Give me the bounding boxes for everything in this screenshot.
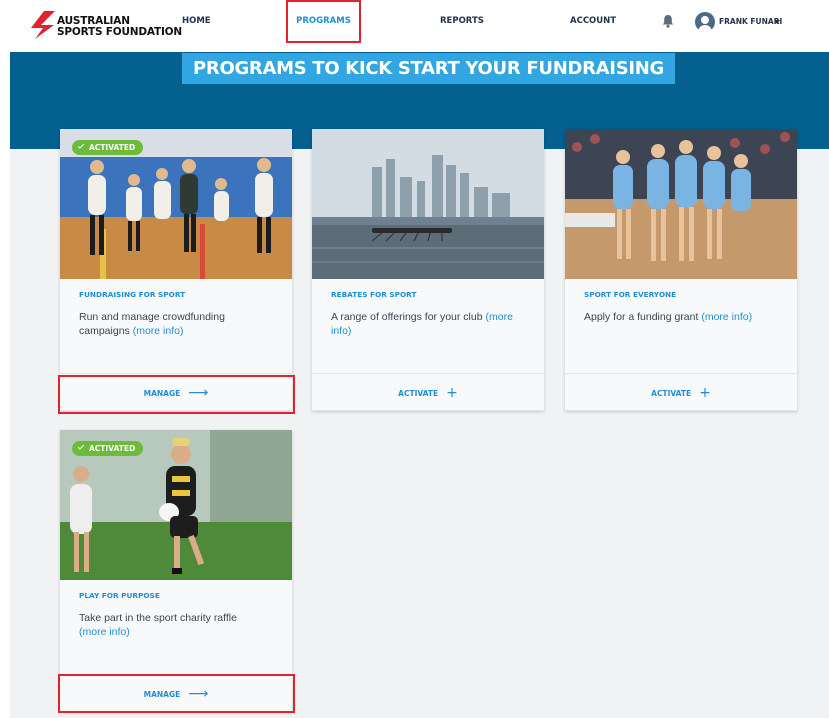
program-title: PLAY FOR PURPOSE <box>79 591 160 600</box>
manage-label: MANAGE <box>143 689 181 699</box>
arrow-right-icon: ⟶ <box>188 385 209 401</box>
plus-icon: + <box>446 385 458 401</box>
activate-label: ACTIVATE <box>398 388 439 398</box>
bell-icon[interactable] <box>661 14 675 28</box>
program-card-fundraising: ACTIVATED FUNDRAISING FOR SPORT Run and … <box>60 129 292 411</box>
activate-button[interactable]: ACTIVATE + <box>565 375 797 411</box>
program-image-rowing-city <box>312 129 544 279</box>
manage-button[interactable]: MANAGE ⟶ <box>60 375 292 411</box>
program-description: Apply for a funding grant (more info) <box>584 310 789 324</box>
program-title: SPORT FOR EVERYONE <box>584 290 677 299</box>
plus-icon: + <box>699 385 711 401</box>
program-title: FUNDRAISING FOR SPORT <box>79 290 186 299</box>
nav-home[interactable]: HOME <box>182 0 211 43</box>
program-card-play-for-purpose: ACTIVATED PLAY FOR PURPOSE Take part in … <box>60 430 292 712</box>
manage-button[interactable]: MANAGE ⟶ <box>60 676 292 712</box>
program-description: Take part in the sport charity raffle (m… <box>79 611 284 639</box>
page-title: PROGRAMS TO KICK START YOUR FUNDRAISING <box>182 53 675 84</box>
checkmark-icon <box>77 443 85 450</box>
nav-programs[interactable]: PROGRAMS <box>286 0 361 43</box>
badge-label: ACTIVATED <box>89 444 136 453</box>
program-card-rebates: REBATES FOR SPORT A range of offerings f… <box>312 129 544 411</box>
badge-label: ACTIVATED <box>89 143 136 152</box>
nav-account[interactable]: ACCOUNT <box>570 0 616 43</box>
avatar-icon <box>695 12 715 32</box>
nav-reports[interactable]: REPORTS <box>440 0 484 43</box>
program-title: REBATES FOR SPORT <box>331 290 417 299</box>
program-description-line1: Apply for a funding grant <box>584 311 699 323</box>
program-description-line1: Run and manage crowdfunding <box>79 311 225 323</box>
checkmark-icon <box>77 142 85 149</box>
caret-down-icon <box>774 20 780 24</box>
program-description: A range of offerings for your club (more… <box>331 310 536 338</box>
program-description-line2: campaigns <box>79 325 130 337</box>
activated-badge: ACTIVATED <box>72 441 144 456</box>
card-divider <box>565 373 797 374</box>
card-divider <box>60 674 292 675</box>
program-description-line1: A range of offerings for your club <box>331 311 483 323</box>
manage-label: MANAGE <box>143 388 181 398</box>
activated-badge: ACTIVATED <box>72 140 144 155</box>
more-info-link[interactable]: (more info) <box>133 325 184 337</box>
program-description: Run and manage crowdfunding campaigns (m… <box>79 310 279 338</box>
program-card-sport-for-everyone: SPORT FOR EVERYONE Apply for a funding g… <box>565 129 797 411</box>
more-info-link[interactable]: (more info) <box>79 626 130 638</box>
more-info-link[interactable]: (more info) <box>701 311 752 323</box>
card-divider <box>312 373 544 374</box>
card-divider <box>60 373 292 374</box>
brand-logo-mark-icon <box>31 11 55 39</box>
activate-button[interactable]: ACTIVATE + <box>312 375 544 411</box>
user-name: FRANK FUNARI <box>719 17 783 26</box>
arrow-right-icon: ⟶ <box>188 686 209 702</box>
program-description-line1: Take part in the sport charity raffle <box>79 612 237 624</box>
program-image-netball-team <box>565 129 797 279</box>
activate-label: ACTIVATE <box>651 388 692 398</box>
top-navigation-bar: AUSTRALIAN SPORTS FOUNDATION HOME PROGRA… <box>0 0 829 52</box>
